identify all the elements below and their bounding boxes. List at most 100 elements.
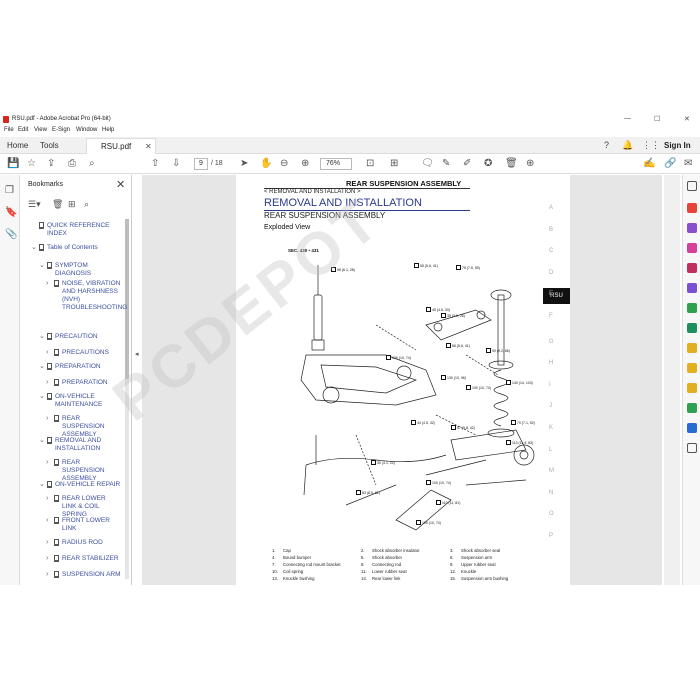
bookmark-item[interactable]: › RADIUS ROD [46,539,121,547]
collapse-chevron-icon[interactable]: ⌄ [39,333,45,341]
search-tool-icon[interactable] [687,181,697,191]
torque-value: 100 (10, 74) [392,356,411,360]
torque-callout: 110 (11, 81) [436,500,460,505]
scrollbar-thumb[interactable] [125,219,129,379]
bookmark-item[interactable]: ⌄ Table of Contents [31,244,121,252]
comment-tool-icon[interactable] [687,343,697,353]
previous-page-icon[interactable]: ⇧ [151,158,159,170]
collapse-chevron-icon[interactable]: ⌄ [39,481,45,489]
close-icon[interactable]: ✕ [684,115,690,123]
tab-document[interactable]: RSU.pdf ✕ [86,138,156,154]
print-production-icon[interactable] [687,403,697,413]
draw-icon[interactable]: ✐ [463,158,471,170]
scan-ocr-icon[interactable] [687,323,697,333]
bookmark-item[interactable]: ⌄ REMOVAL AND INSTALLATION [39,437,121,453]
notes-tool-icon[interactable] [687,383,697,393]
close-tab-icon[interactable]: ✕ [145,142,152,151]
expand-chevron-icon[interactable]: › [46,571,48,579]
expand-chevron-icon[interactable]: › [46,415,48,423]
menu-window[interactable]: Window [76,127,97,133]
organize-pages-icon[interactable] [687,303,697,313]
edit-pdf-icon[interactable] [687,243,697,253]
comment-icon[interactable]: 🗨 [421,158,434,170]
fill-sign-tool-icon[interactable] [687,283,697,293]
print-icon[interactable]: ⎙ [68,158,76,170]
save-icon[interactable]: 💾 [7,158,19,170]
zoom-select[interactable]: 76% [320,158,352,170]
collapse-chevron-icon[interactable]: ⌄ [31,244,37,252]
bookmark-item[interactable]: › FRONT LOWER LINK [46,517,121,533]
delete-bookmark-icon[interactable]: 🗑 [52,199,63,210]
menu-edit[interactable]: Edit [18,127,28,133]
expand-chevron-icon[interactable]: › [46,379,48,387]
expand-chevron-icon[interactable]: › [46,495,48,503]
bookmark-item[interactable]: › REAR LOWER LINK & COIL SPRING [46,495,121,519]
create-pdf-icon[interactable] [687,223,697,233]
bookmark-item[interactable]: › REAR SUSPENSION ASSEMBLY [46,459,121,483]
scroll-mode-icon[interactable]: ⊞ [390,158,398,170]
minimize-icon[interactable]: — [624,115,631,122]
menu-help[interactable]: Help [102,127,114,133]
bookmark-item[interactable]: › REAR SUSPENSION ASSEMBLY [46,415,121,439]
expand-chevron-icon[interactable]: › [46,555,48,563]
highlight-pen-icon[interactable]: ✎ [442,158,450,170]
bookmark-item[interactable]: ⌄ SYMPTOM DIAGNOSIS [39,262,121,278]
help-icon[interactable]: ? [604,140,609,150]
protect-icon[interactable] [687,423,697,433]
tab-tools[interactable]: Tools [40,141,59,150]
combine-files-icon[interactable] [687,263,697,273]
next-page-icon[interactable]: ⇩ [172,158,180,170]
collapse-chevron-icon[interactable]: ⌄ [39,437,45,445]
upload-icon[interactable]: ⇪ [47,158,55,170]
menu-esign[interactable]: E-Sign [52,127,70,133]
expand-chevron-icon[interactable]: › [46,539,48,547]
page-thumbnails-icon[interactable]: ❐ [5,185,14,196]
menu-view[interactable]: View [34,127,47,133]
expand-chevron-icon[interactable]: › [46,517,48,525]
expand-chevron-icon[interactable]: › [46,459,48,467]
search-bookmarks-icon[interactable]: ⌕ [84,199,89,210]
document-scrollbar[interactable] [664,175,680,585]
bookmark-icon[interactable]: 🔖 [5,207,17,218]
delete-icon[interactable]: 🗑 [505,158,518,170]
attachment-icon[interactable]: 📎 [5,229,17,240]
page-fit-icon[interactable]: ⊡ [366,158,374,170]
apps-icon[interactable]: ⋮⋮ [642,140,660,151]
expand-chevron-icon[interactable]: › [46,280,48,288]
page-number-input[interactable]: 9 [194,158,208,170]
new-bookmark-icon[interactable]: ⊞ [68,199,76,210]
expand-chevron-icon[interactable]: › [46,349,48,357]
bookmark-item[interactable]: › NOISE, VIBRATION AND HARSHNESS (NVH) TR… [46,280,127,312]
more-tools-strip-icon[interactable] [687,443,697,453]
select-cursor-icon[interactable]: ➤ [240,158,248,170]
zoom-out-icon[interactable]: ⊖ [280,158,288,170]
notifications-icon[interactable]: 🔔 [622,140,633,151]
sign-in-button[interactable]: Sign In [664,141,691,150]
bookmark-item[interactable]: › SUSPENSION ARM [46,571,121,579]
bookmark-item[interactable]: ⌄ ON-VEHICLE REPAIR [39,481,121,489]
star-icon[interactable]: ☆ [27,158,36,170]
options-menu-icon[interactable]: ☰▾ [28,199,41,210]
legend-label: Shock absorber insulator [372,548,420,553]
tab-home[interactable]: Home [7,141,28,150]
more-tools-icon[interactable]: ⊕ [526,158,534,170]
email-icon[interactable]: ✉ [684,158,692,170]
maximize-icon[interactable]: ☐ [654,115,660,123]
zoom-in-icon[interactable]: ⊕ [301,158,309,170]
bookmark-item[interactable]: › REAR STABILIZER [46,555,121,563]
fill-sign-icon[interactable]: ✍ [643,158,655,170]
bookmark-item[interactable]: QUICK REFERENCE INDEX [39,222,121,238]
bookmark-item[interactable]: › PRECAUTIONS [46,349,121,357]
menu-file[interactable]: File [4,127,14,133]
bookmark-item[interactable]: ⌄ PRECAUTION [39,333,121,341]
collapse-chevron-icon[interactable]: ⌄ [39,262,45,270]
hand-tool-icon[interactable]: ✋ [260,158,272,170]
export-pdf-icon[interactable] [687,203,697,213]
collapse-chevron-icon[interactable]: ⌄ [39,393,45,401]
stamp-icon[interactable]: ✪ [484,158,492,170]
collapse-chevron-icon[interactable]: ⌄ [39,363,45,371]
search-icon[interactable]: ⌕ [89,158,95,170]
close-panel-icon[interactable]: ✕ [116,178,125,191]
stamp-tool-icon[interactable] [687,363,697,373]
share-link-icon[interactable]: 🔗 [664,158,676,170]
